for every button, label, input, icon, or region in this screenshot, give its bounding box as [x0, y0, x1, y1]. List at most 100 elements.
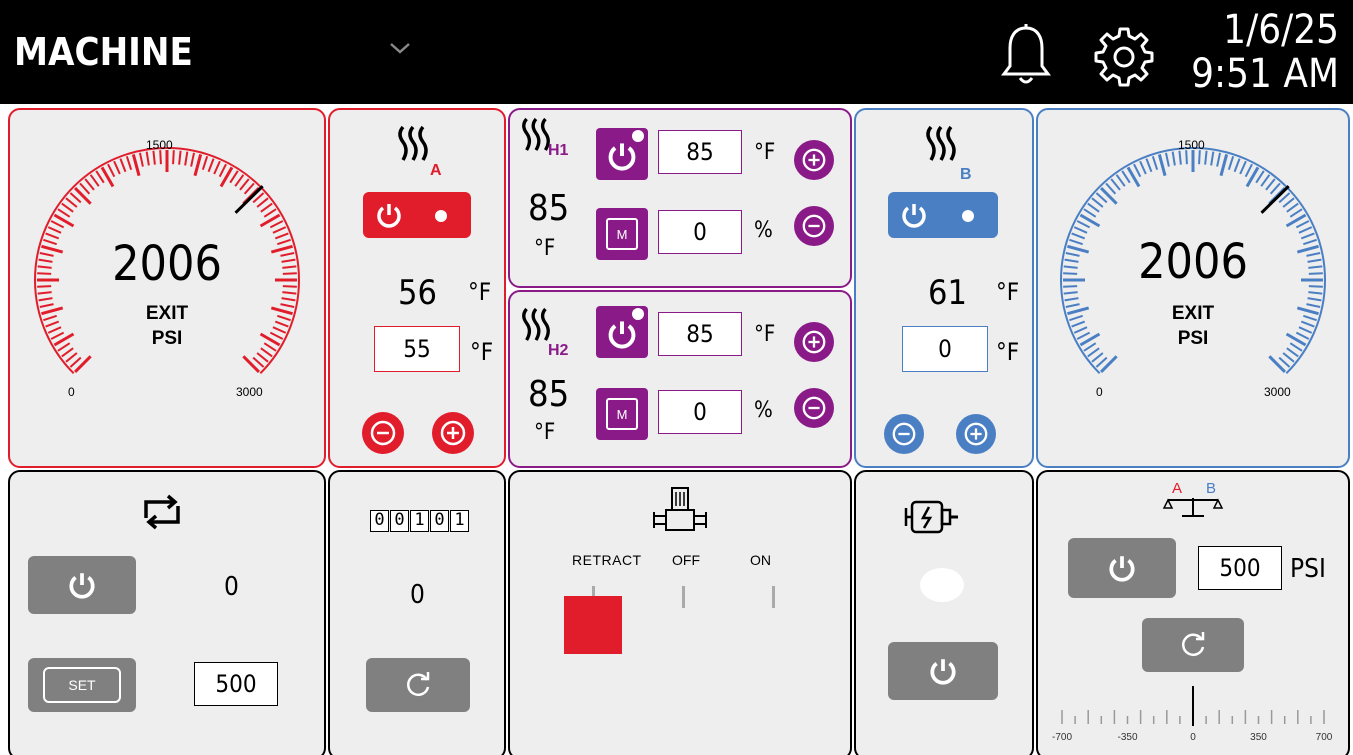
heater-a-plus-button[interactable] — [432, 412, 474, 454]
gauge-panel-a: 2006 EXIT PSI 1500 0 3000 — [8, 108, 326, 468]
hose-h1-temp: 85 — [528, 188, 570, 229]
refresh-icon — [1182, 632, 1205, 657]
counter-digit: 0 — [430, 510, 449, 532]
hose-h1-setpoint-input[interactable]: 85 — [658, 130, 742, 174]
heater-b-set-unit: °F — [996, 338, 1020, 366]
hose-h1-pct-unit: % — [754, 218, 773, 243]
gauge-b-label-psi: PSI — [1177, 328, 1209, 349]
hose-h2-temp: 85 — [528, 374, 570, 415]
toggle-dot — [962, 210, 974, 222]
hose-panel-h1: H1 85 °F 85 °F M 0 % — [508, 108, 852, 288]
recirc-set-button[interactable]: SET — [28, 658, 136, 712]
heater-a-power-toggle[interactable] — [363, 192, 471, 238]
power-icon — [1109, 556, 1135, 582]
page-title: MACHINE — [14, 30, 193, 74]
heater-b-minus-button[interactable] — [884, 414, 924, 454]
gauge-tick — [1308, 291, 1323, 295]
hose-h1-subscript: H1 — [548, 142, 569, 159]
hose-h1-manual-button[interactable]: M — [596, 208, 648, 260]
heater-a-setpoint-input[interactable]: 55 — [374, 326, 460, 372]
power-icon — [902, 204, 926, 228]
gauge-a-value: 2006 — [112, 236, 222, 292]
power-icon — [608, 321, 636, 349]
scale-label: 0 — [1190, 732, 1196, 743]
heater-a-subscript: A — [430, 162, 442, 179]
pump-tick-off — [682, 586, 685, 608]
hose-h2-set-unit: °F — [754, 322, 776, 347]
pump-mode-selector[interactable] — [564, 596, 622, 654]
gauge-tick — [172, 150, 175, 165]
hose-h2-manual-button[interactable]: M — [596, 388, 648, 440]
minus-icon — [370, 420, 396, 446]
gauge-tick — [95, 170, 105, 184]
plus-icon — [440, 420, 466, 446]
gauge-tick — [1204, 150, 1208, 165]
hose-h2-percent-input[interactable]: 0 — [658, 390, 742, 434]
gauge-tick — [1151, 156, 1159, 170]
counter-value: 0 — [410, 580, 425, 610]
gauge-tick — [1282, 197, 1295, 208]
chevron-down-icon[interactable] — [385, 36, 415, 60]
motor-panel — [854, 470, 1034, 755]
gauge-tick — [1216, 152, 1222, 167]
gear-icon[interactable] — [1093, 25, 1155, 87]
heater-b-plus-button[interactable] — [956, 414, 996, 454]
scale-label: 350 — [1250, 732, 1267, 743]
gauge-tick — [1255, 170, 1265, 184]
recirc-value: 0 — [224, 572, 239, 602]
balance-reset-button[interactable] — [1142, 618, 1244, 672]
hose-h1-plus-button[interactable] — [794, 140, 834, 180]
gauge-tick — [57, 208, 71, 218]
gauge-tick — [281, 297, 296, 302]
hose-h2-power-button[interactable] — [596, 306, 648, 358]
balance-unit: PSI — [1290, 554, 1326, 584]
counter-reset-button[interactable] — [366, 658, 470, 712]
date-label: 1/6/25 — [1223, 7, 1339, 53]
gauge-tick — [1164, 152, 1170, 167]
recirc-power-button[interactable] — [28, 556, 136, 614]
gauge-tick — [1063, 291, 1078, 295]
manual-label: M — [606, 398, 638, 430]
gauge-b-tick-mid: 1500 — [1178, 138, 1205, 152]
heater-a-minus-button[interactable] — [362, 412, 404, 454]
hose-panel-h2: H2 85 °F 85 °F M 0 % — [508, 290, 852, 468]
gauge-tick — [1091, 352, 1104, 363]
pump-retract-label: RETRACT — [572, 552, 642, 568]
status-dot — [632, 130, 644, 142]
hose-h2-setpoint-input[interactable]: 85 — [658, 312, 742, 356]
gauge-tick — [65, 197, 78, 208]
gauge-b-tick-min: 0 — [1096, 385, 1103, 399]
gauge-tick — [234, 174, 245, 187]
gauge-tick — [119, 158, 127, 173]
gauge-tick — [145, 151, 150, 166]
plus-icon — [964, 422, 988, 446]
bell-icon[interactable] — [1000, 22, 1052, 88]
motor-power-button[interactable] — [888, 642, 998, 700]
plus-icon — [802, 330, 826, 354]
gauge-tick — [61, 202, 74, 213]
scale-label: -700 — [1052, 732, 1072, 743]
gauge-a-label-psi: PSI — [151, 328, 183, 349]
recirc-setpoint-input[interactable]: 500 — [194, 662, 278, 706]
gauge-tick — [242, 355, 260, 373]
heater-b-setpoint-input[interactable]: 0 — [902, 326, 988, 372]
power-icon — [930, 659, 956, 685]
hose-h2-plus-button[interactable] — [794, 322, 834, 362]
heat-icon — [926, 125, 956, 161]
balance-setpoint-input[interactable]: 500 — [1198, 546, 1282, 590]
heater-a-temp: 56 — [398, 273, 437, 313]
heat-icon — [522, 307, 550, 341]
gauge-a-tick-mid: 1500 — [146, 138, 173, 152]
gauge-tick — [1105, 182, 1117, 195]
gauge-tick — [1087, 202, 1100, 213]
hose-h1-minus-button[interactable] — [794, 206, 834, 246]
hose-h2-minus-button[interactable] — [794, 388, 834, 428]
hose-h1-percent-input[interactable]: 0 — [658, 210, 742, 254]
gauge-tick — [1095, 192, 1108, 204]
toggle-dot — [435, 210, 447, 222]
balance-power-button[interactable] — [1068, 538, 1176, 598]
hose-h1-power-button[interactable] — [596, 128, 648, 180]
gauge-tick — [113, 160, 121, 175]
pump-tick-on — [772, 586, 775, 608]
heater-b-power-toggle[interactable] — [888, 192, 998, 238]
